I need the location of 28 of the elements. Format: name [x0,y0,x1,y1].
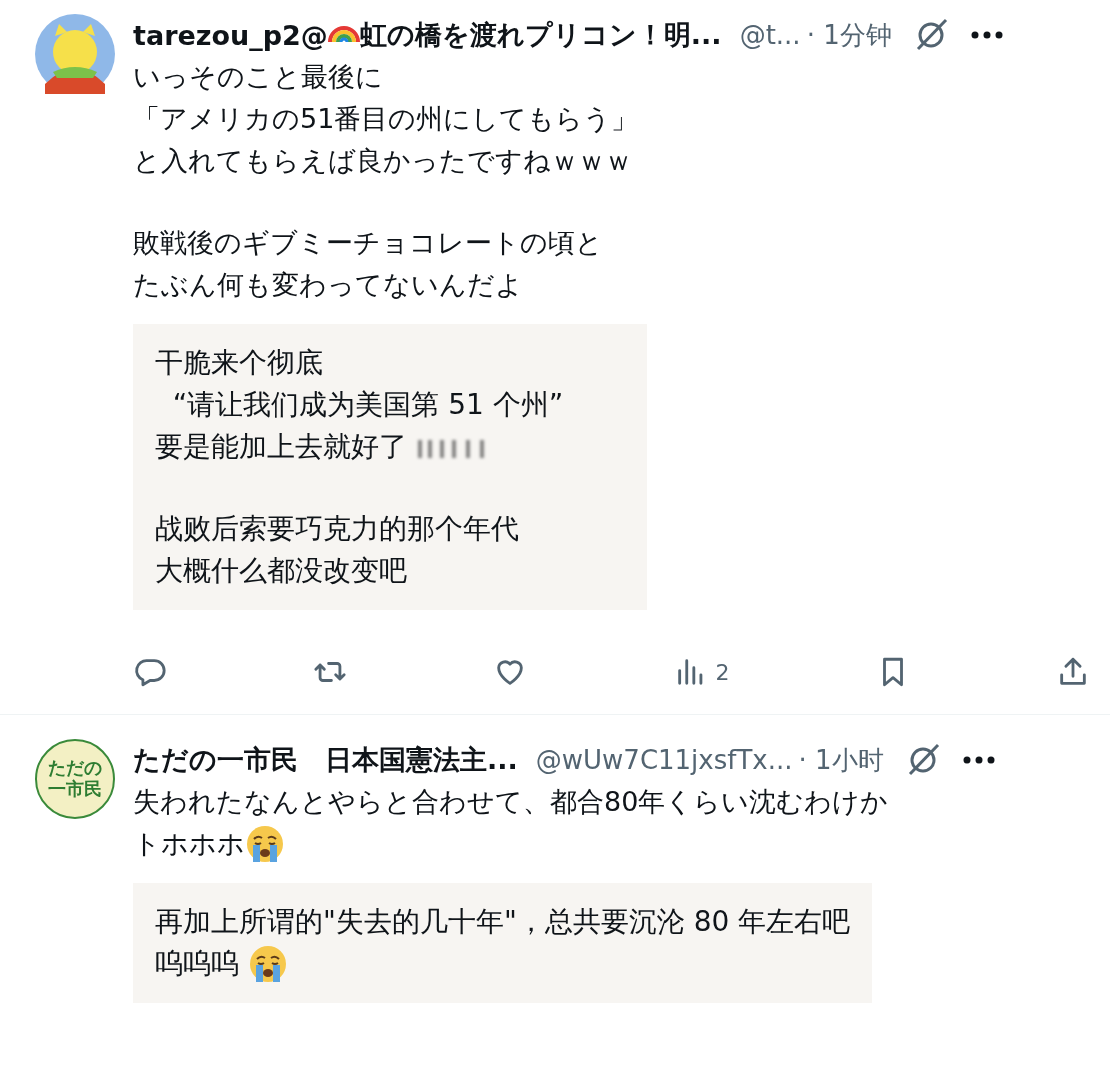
post-text: トホホホ [133,827,245,861]
post-text: 再加上所谓的"失去的几十年"，总共要沉沦 80 年左右吧 [155,904,851,940]
user-name[interactable]: tarezou_p2@ [133,19,328,51]
crying-face-icon [247,944,288,984]
user-handle: @wUw7C11jxsfTx... [535,745,793,775]
post-text: いっそのこと最後に [133,60,383,94]
post-text: たぶん何も変わってないんだよ [133,268,523,302]
user-name[interactable]: ただの一市民 日本国憲法主... [133,742,518,778]
view-count: 2 [715,659,730,685]
rainbow-icon [327,26,360,44]
user-handle: @t... [739,20,801,50]
post-text: 干脆来个彻底 [155,345,323,381]
post-text: 战败后索要巧克力的那个年代 [155,511,519,547]
post-text: 「アメリカの51番目の州にしてもらう」 [133,102,639,136]
post-text: 失われたなんとやらと合わせて、都合80年くらい沈むわけか [133,785,889,819]
crying-face-icon [245,824,285,864]
post-text: “请让我们成为美国第 51 个州” [171,387,564,423]
post-time: · 1分钟 [806,18,892,52]
more-icon[interactable] [969,30,1004,40]
post-text: と入れてもらえば良かったですねｗｗｗ [133,144,632,178]
more-icon[interactable] [961,755,996,765]
post-time: · 1小时 [798,743,884,777]
post-text: 大概什么都没改变吧 [155,553,407,589]
post-text: 要是能加上去就好了 [155,429,408,465]
post-text: 敗戦後のギブミーチョコレートの頃と [133,226,603,260]
avatar: ただの 一市民 [35,739,115,819]
user-name[interactable]: 虹の橋を渡れプリコン！明... [359,17,722,53]
post-text: 呜呜呜 [155,946,240,982]
